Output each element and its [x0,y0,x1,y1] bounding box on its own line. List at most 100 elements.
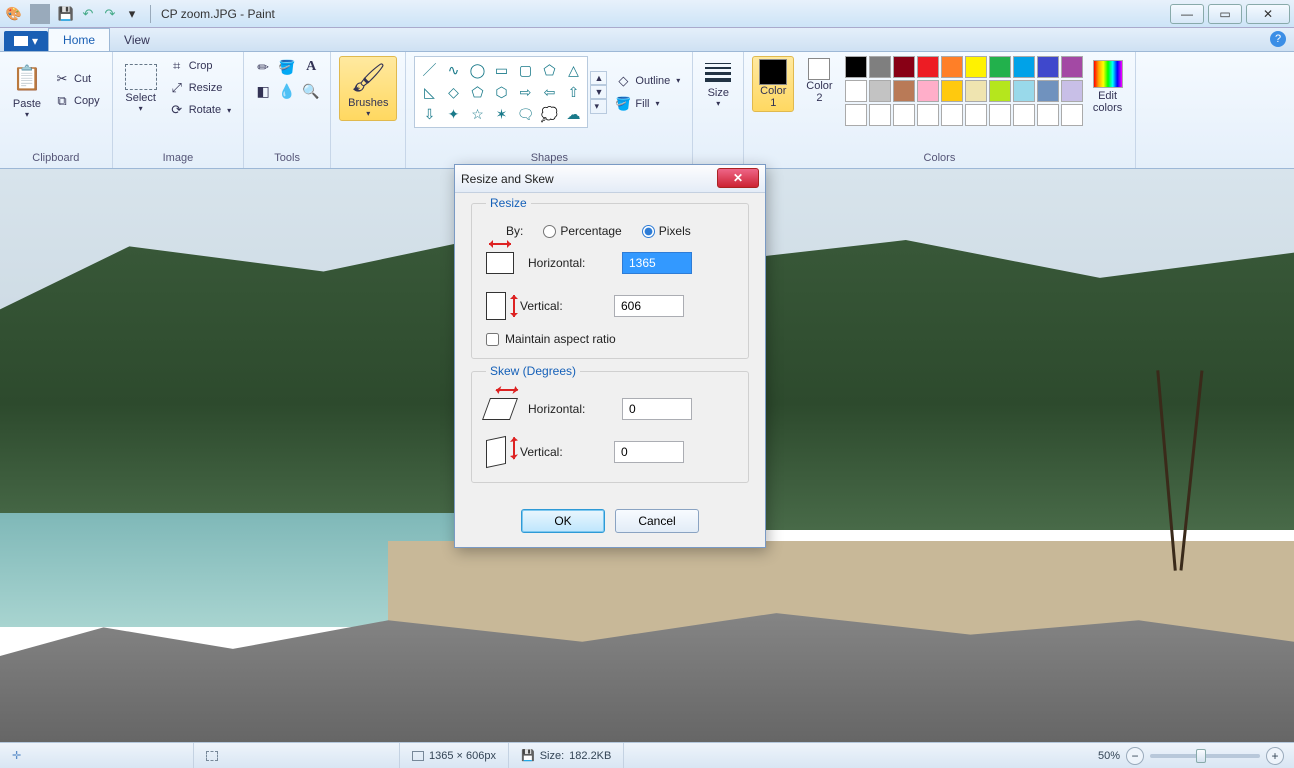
pencil-tool[interactable]: ✏ [252,56,274,78]
text-tool[interactable]: A [300,56,322,78]
cancel-button[interactable]: Cancel [615,509,699,533]
tab-home[interactable]: Home [48,28,110,51]
shapes-more-icon[interactable]: ▾ [590,99,607,114]
shape-oval[interactable]: ◯ [466,60,488,80]
brushes-button[interactable]: 🖌 Brushes ▾ [339,56,397,121]
zoom-in-button[interactable]: + [1266,747,1284,765]
shape-fill-button[interactable]: 🪣Fill▾ [611,94,684,114]
resize-vertical-input[interactable] [614,295,684,317]
resize-button[interactable]: ⤢Resize [165,78,235,98]
shape-diamond[interactable]: ◇ [442,82,464,102]
edit-colors-button[interactable]: Edit colors [1089,56,1127,118]
palette-swatch[interactable] [893,104,915,126]
eraser-tool[interactable]: ◧ [252,80,274,102]
shapes-scroll-down-icon[interactable]: ▼ [590,85,607,99]
palette-swatch[interactable] [965,80,987,102]
shape-star5[interactable]: ☆ [466,104,488,124]
color2-button[interactable]: Color 2 [800,56,838,106]
select-button[interactable]: Select ▾ [121,60,161,117]
shape-arrow-d[interactable]: ⇩ [418,104,440,124]
palette-swatch[interactable] [893,56,915,78]
size-button[interactable]: Size ▾ [701,56,735,112]
copy-button[interactable]: ⧉Copy [50,91,104,111]
shape-star4[interactable]: ✦ [442,104,464,124]
crop-button[interactable]: ⌗Crop [165,56,235,76]
zoom-slider-thumb[interactable] [1196,749,1206,763]
palette-swatch[interactable] [941,104,963,126]
palette-swatch[interactable] [941,56,963,78]
dialog-close-button[interactable]: ✕ [717,168,759,188]
skew-vertical-input[interactable] [614,441,684,463]
minimize-button[interactable]: — [1170,4,1204,24]
shape-roundrect[interactable]: ▢ [514,60,536,80]
shape-curve[interactable]: ∿ [442,60,464,80]
palette-swatch[interactable] [941,80,963,102]
palette-swatch[interactable] [845,104,867,126]
shapes-gallery[interactable]: ／∿◯▭▢⬠△ ◺◇⬠⬡⇨⇦⇧ ⇩✦☆✶🗨💭☁ [414,56,588,128]
palette-swatch[interactable] [845,56,867,78]
tab-view[interactable]: View [110,29,164,51]
ok-button[interactable]: OK [521,509,605,533]
palette-swatch[interactable] [917,56,939,78]
palette-swatch[interactable] [845,80,867,102]
dialog-titlebar[interactable]: Resize and Skew ✕ [455,165,765,193]
palette-swatch[interactable] [1061,104,1083,126]
palette-swatch[interactable] [1037,80,1059,102]
cut-button[interactable]: ✂Cut [50,69,104,89]
shape-pentagon[interactable]: ⬠ [466,82,488,102]
percentage-radio[interactable]: Percentage [543,224,621,238]
palette-swatch[interactable] [965,104,987,126]
palette-swatch[interactable] [917,104,939,126]
shape-rtriangle[interactable]: ◺ [418,82,440,102]
skew-horizontal-input[interactable] [622,398,692,420]
palette-swatch[interactable] [869,104,891,126]
color1-button[interactable]: Color 1 [752,56,794,112]
palette-swatch[interactable] [1013,80,1035,102]
palette-swatch[interactable] [1013,56,1035,78]
zoom-out-button[interactable]: − [1126,747,1144,765]
shape-callout-cloud[interactable]: ☁ [562,104,584,124]
palette-swatch[interactable] [989,104,1011,126]
help-icon[interactable]: ? [1270,31,1286,47]
magnifier-tool[interactable]: 🔍 [300,80,322,102]
palette-swatch[interactable] [893,80,915,102]
resize-horizontal-input[interactable] [622,252,692,274]
shape-arrow-r[interactable]: ⇨ [514,82,536,102]
palette-swatch[interactable] [869,56,891,78]
shape-arrow-u[interactable]: ⇧ [562,82,584,102]
palette-swatch[interactable] [917,80,939,102]
qat-customize-icon[interactable]: ▾ [122,4,142,24]
paste-button[interactable]: 📋 Paste ▾ [8,56,46,123]
fill-tool[interactable]: 🪣 [276,56,298,78]
shape-star6[interactable]: ✶ [490,104,512,124]
save-icon[interactable]: 💾 [56,4,76,24]
redo-icon[interactable]: ↷ [100,4,120,24]
maximize-button[interactable]: ▭ [1208,4,1242,24]
palette-swatch[interactable] [1037,56,1059,78]
shape-arrow-l[interactable]: ⇦ [538,82,560,102]
rotate-button[interactable]: ⟳Rotate▾ [165,100,235,120]
shape-polygon[interactable]: ⬠ [538,60,560,80]
palette-swatch[interactable] [1037,104,1059,126]
close-button[interactable]: ✕ [1246,4,1290,24]
palette-swatch[interactable] [989,56,1011,78]
zoom-slider[interactable] [1150,754,1260,758]
shape-hexagon[interactable]: ⬡ [490,82,512,102]
shape-callout-oval[interactable]: 💭 [538,104,560,124]
shapes-scroll-up-icon[interactable]: ▲ [590,71,607,85]
palette-swatch[interactable] [1061,80,1083,102]
palette-swatch[interactable] [1061,56,1083,78]
pixels-radio[interactable]: Pixels [642,224,691,238]
shape-line[interactable]: ／ [418,60,440,80]
shape-rect[interactable]: ▭ [490,60,512,80]
file-tab[interactable]: ▾ [4,31,48,51]
shape-triangle[interactable]: △ [562,60,584,80]
palette-swatch[interactable] [869,80,891,102]
palette-swatch[interactable] [1013,104,1035,126]
shape-outline-button[interactable]: ◇Outline▾ [611,71,684,91]
maintain-aspect-checkbox[interactable] [486,333,499,346]
palette-swatch[interactable] [965,56,987,78]
shape-callout-rect[interactable]: 🗨 [514,104,536,124]
palette-swatch[interactable] [989,80,1011,102]
undo-icon[interactable]: ↶ [78,4,98,24]
